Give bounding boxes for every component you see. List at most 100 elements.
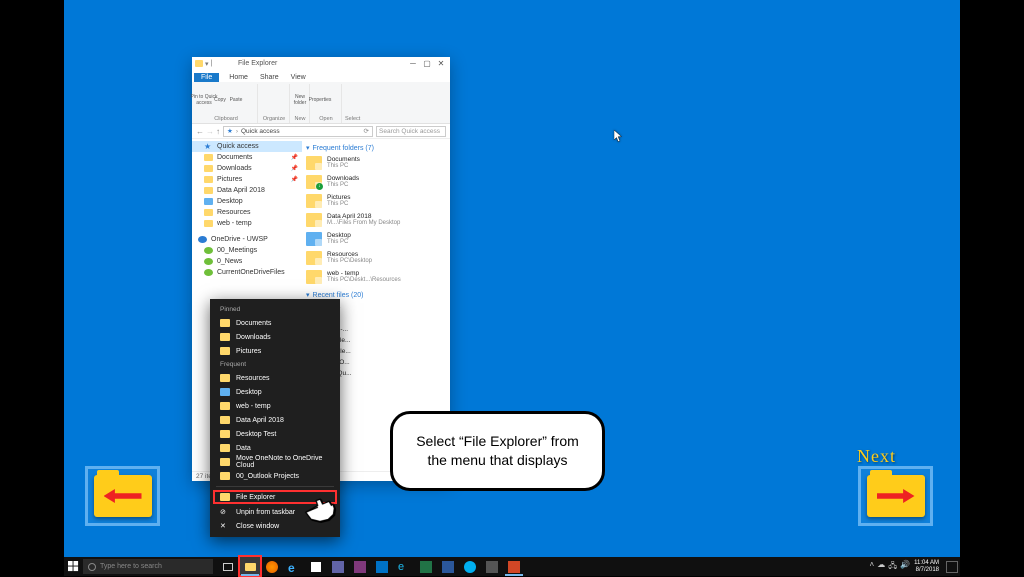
folder-icon — [220, 319, 230, 327]
system-tray[interactable]: ˄ ☁ 🖧 🔊 11:04 AM 8/7/2018 — [870, 560, 960, 574]
tray-volume-icon[interactable]: 🔊 — [900, 560, 910, 574]
group-open: Open — [319, 115, 332, 123]
folder-icon — [306, 213, 322, 227]
taskbar-onenote[interactable] — [349, 557, 371, 576]
taskbar-store[interactable] — [305, 557, 327, 576]
sidebar-webtemp[interactable]: web - temp — [192, 218, 302, 229]
minimize-button[interactable]: ─ — [407, 59, 419, 69]
tray-network-icon[interactable]: 🖧 — [888, 560, 897, 574]
next-slide-button[interactable] — [858, 466, 933, 526]
jump-item[interactable]: 00_Outlook Projects — [210, 469, 340, 483]
prev-slide-button[interactable] — [85, 466, 160, 526]
folder-icon — [204, 176, 213, 183]
qat-dropdown[interactable]: ▾ — [205, 60, 209, 68]
close-button[interactable]: ✕ — [435, 59, 447, 69]
taskbar-ie[interactable]: e — [393, 557, 415, 576]
maximize-button[interactable]: ▢ — [421, 59, 433, 69]
frequent-folder[interactable]: DownloadsThis PC — [306, 174, 446, 190]
jump-item[interactable]: Move OneNote to OneDrive Cloud — [210, 455, 340, 469]
jump-item[interactable]: Desktop Test — [210, 427, 340, 441]
jump-item[interactable]: Pictures — [210, 344, 340, 358]
taskbar-outlook[interactable] — [371, 557, 393, 576]
address-bar[interactable]: ★ › Quick access ⟳ — [223, 126, 373, 137]
taskbar-word[interactable] — [437, 557, 459, 576]
sidebar-meetings[interactable]: 00_Meetings — [192, 245, 302, 256]
sidebar-odfiles[interactable]: CurrentOneDriveFiles — [192, 267, 302, 278]
tab-home[interactable]: Home — [227, 73, 250, 82]
frequent-folder[interactable]: DesktopThis PC — [306, 231, 446, 247]
start-button[interactable] — [64, 557, 83, 576]
folder-icon — [306, 270, 322, 284]
jump-item[interactable]: Desktop — [210, 385, 340, 399]
sidebar-news[interactable]: 0_News — [192, 256, 302, 267]
tray-onedrive-icon[interactable]: ☁ — [877, 560, 885, 574]
folder-icon — [204, 220, 213, 227]
up-button[interactable]: ↑ — [216, 127, 220, 136]
back-button[interactable]: ← — [196, 127, 204, 136]
jump-item[interactable]: Data April 2018 — [210, 413, 340, 427]
window-title: File Explorer — [235, 60, 407, 67]
refresh-icon[interactable]: ⟳ — [364, 127, 369, 135]
quick-access-toolbar: ▾ | — [195, 60, 235, 68]
search-input[interactable]: Search Quick access — [376, 126, 446, 137]
folder-icon — [204, 165, 213, 172]
jump-item[interactable]: Documents — [210, 316, 340, 330]
close-icon: ✕ — [220, 522, 230, 530]
paste-icon[interactable]: Paste — [229, 91, 243, 109]
taskbar-snip[interactable] — [481, 557, 503, 576]
new-folder-icon[interactable]: New folder — [293, 91, 307, 109]
sidebar-data-2018[interactable]: Data April 2018 — [192, 185, 302, 196]
tab-share[interactable]: Share — [258, 73, 281, 82]
taskbar-powerpoint[interactable] — [503, 557, 525, 576]
jump-item[interactable]: Data — [210, 441, 340, 455]
sidebar-documents[interactable]: Documents📌 — [192, 152, 302, 163]
taskbar-excel[interactable] — [415, 557, 437, 576]
folder-icon — [306, 194, 322, 208]
forward-button: → — [206, 127, 214, 136]
move-icon[interactable] — [261, 91, 275, 109]
store-icon — [311, 562, 321, 572]
pin-icon[interactable]: Pin to Quick access — [197, 91, 211, 109]
taskbar-skype[interactable] — [459, 557, 481, 576]
tray-chevron-icon[interactable]: ˄ — [870, 560, 875, 574]
clock[interactable]: 11:04 AM 8/7/2018 — [914, 560, 939, 573]
action-center-icon[interactable] — [946, 561, 958, 573]
copy-icon[interactable]: Copy — [213, 91, 227, 109]
ribbon: Pin to Quick access Copy Paste Clipboard… — [192, 82, 450, 124]
properties-icon[interactable]: Properties — [313, 91, 327, 109]
taskbar-firefox[interactable] — [261, 557, 283, 576]
frequent-folder[interactable]: Data April 2018M...\Files From My Deskto… — [306, 212, 446, 228]
pointing-hand-icon — [301, 493, 339, 527]
task-view-button[interactable] — [217, 557, 239, 576]
frequent-folders-head[interactable]: ▾Frequent folders (7) — [306, 144, 446, 152]
folder-icon — [220, 416, 230, 424]
jump-item[interactable]: Resources — [210, 371, 340, 385]
search-placeholder: Type here to search — [100, 563, 162, 570]
sidebar-onedrive[interactable]: OneDrive - UWSP — [192, 234, 302, 245]
jump-item[interactable]: Downloads — [210, 330, 340, 344]
sidebar-pictures[interactable]: Pictures📌 — [192, 174, 302, 185]
select-icon[interactable] — [346, 91, 360, 109]
taskbar-edge[interactable]: e — [283, 557, 305, 576]
skype-icon — [464, 561, 476, 573]
group-select: Select — [345, 115, 360, 123]
tab-view[interactable]: View — [289, 73, 308, 82]
sidebar-quick-access[interactable]: ★Quick access — [192, 141, 302, 152]
pin-icon: 📌 — [291, 154, 298, 161]
sidebar-desktop[interactable]: Desktop — [192, 196, 302, 207]
sidebar-downloads[interactable]: Downloads📌 — [192, 163, 302, 174]
frequent-folder[interactable]: DocumentsThis PC — [306, 155, 446, 171]
jump-item[interactable]: web - temp — [210, 399, 340, 413]
instruction-callout: Select “File Explorer” from the menu tha… — [390, 411, 605, 491]
frequent-folder[interactable]: web - tempThis PC\Deskt...\Resources — [306, 269, 446, 285]
taskbar-search[interactable]: Type here to search — [83, 559, 213, 574]
frequent-folder[interactable]: PicturesThis PC — [306, 193, 446, 209]
recent-files-head[interactable]: ▾Recent files (20) — [306, 291, 446, 299]
frequent-folder[interactable]: ResourcesThis PC\Desktop — [306, 250, 446, 266]
taskbar-file-explorer[interactable] — [239, 557, 261, 576]
titlebar[interactable]: ▾ | File Explorer ─ ▢ ✕ — [192, 57, 450, 70]
tab-file[interactable]: File — [194, 73, 219, 82]
desktop-icon — [204, 198, 213, 205]
sidebar-resources[interactable]: Resources — [192, 207, 302, 218]
taskbar-app[interactable] — [327, 557, 349, 576]
